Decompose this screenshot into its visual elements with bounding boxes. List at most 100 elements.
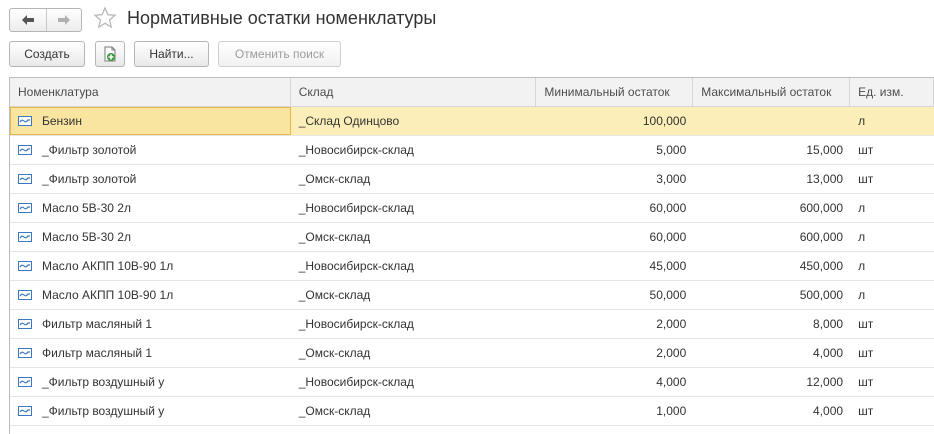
cell-warehouse[interactable]: _Омск-склад: [291, 223, 537, 251]
cell-nomenclature[interactable]: Масло АКПП 10В-90 1л: [10, 281, 291, 309]
table-row[interactable]: Бензин _Склад Одинцово 100,000 л: [10, 107, 934, 136]
table-row[interactable]: _Фильтр золотой _Новосибирск-склад 5,000 15…: [10, 136, 934, 165]
cell-warehouse[interactable]: _Новосибирск-склад: [291, 368, 537, 396]
cell-min-stock[interactable]: 60,000: [536, 194, 693, 222]
cell-min-stock[interactable]: 5,000: [536, 136, 693, 164]
cell-warehouse[interactable]: _Новосибирск-склад: [291, 310, 537, 338]
column-header-unit[interactable]: Ед. изм.: [850, 78, 934, 106]
column-header-min-stock[interactable]: Минимальный остаток: [536, 78, 694, 106]
column-header-max-stock[interactable]: Максимальный остаток: [693, 78, 851, 106]
cell-max-stock[interactable]: 4,000: [693, 397, 850, 425]
cell-unit[interactable]: шт: [850, 136, 934, 164]
catalog-item-icon: [18, 174, 32, 184]
table-body: Бензин _Склад Одинцово 100,000 л _Фильтр зол…: [10, 107, 934, 426]
nomenclature-name: Фильтр масляный 1: [42, 317, 153, 331]
cell-warehouse[interactable]: _Омск-склад: [291, 397, 537, 425]
data-table: Номенклатура Склад Минимальный остаток М…: [9, 77, 934, 434]
cell-nomenclature[interactable]: Бензин: [10, 107, 291, 135]
cell-warehouse[interactable]: _Омск-склад: [291, 281, 537, 309]
favorite-button[interactable]: [93, 6, 117, 30]
forward-button[interactable]: [45, 9, 82, 31]
cell-min-stock[interactable]: 45,000: [536, 252, 693, 280]
cell-warehouse[interactable]: _Омск-склад: [291, 339, 537, 367]
cell-unit[interactable]: шт: [850, 368, 934, 396]
catalog-item-icon: [18, 261, 32, 271]
cell-min-stock[interactable]: 100,000: [536, 107, 693, 135]
table-row[interactable]: _Фильтр золотой _Омск-склад 3,000 13,000 шт: [10, 165, 934, 194]
cell-min-stock[interactable]: 2,000: [536, 310, 693, 338]
column-header-nomenclature[interactable]: Номенклатура: [10, 78, 291, 106]
cell-warehouse[interactable]: _Новосибирск-склад: [291, 194, 537, 222]
cell-warehouse[interactable]: _Новосибирск-склад: [291, 252, 537, 280]
nomenclature-name: Масло АКПП 10В-90 1л: [42, 259, 174, 273]
cell-max-stock[interactable]: 600,000: [693, 223, 850, 251]
table-row[interactable]: Фильтр масляный 1 _Новосибирск-склад 2,000…: [10, 310, 934, 339]
cell-nomenclature[interactable]: Масло 5В-30 2л: [10, 194, 291, 222]
table-row[interactable]: Масло АКПП 10В-90 1л _Новосибирск-склад 45…: [10, 252, 934, 281]
navigation-buttons: [9, 8, 82, 32]
cell-min-stock[interactable]: 4,000: [536, 368, 693, 396]
cell-unit[interactable]: л: [850, 281, 934, 309]
column-header-warehouse[interactable]: Склад: [291, 78, 537, 106]
cell-unit[interactable]: л: [850, 252, 934, 280]
cell-max-stock[interactable]: 450,000: [693, 252, 850, 280]
nomenclature-name: Фильтр масляный 1: [42, 346, 153, 360]
page-title: Нормативные остатки номенклатуры: [127, 8, 437, 28]
cell-max-stock[interactable]: [693, 107, 850, 135]
cell-min-stock[interactable]: 1,000: [536, 397, 693, 425]
cell-nomenclature[interactable]: Масло АКПП 10В-90 1л: [10, 252, 291, 280]
table-row[interactable]: Масло 5В-30 2л _Омск-склад 60,000 600,000 л: [10, 223, 934, 252]
cell-unit[interactable]: шт: [850, 310, 934, 338]
cell-unit[interactable]: л: [850, 194, 934, 222]
cell-max-stock[interactable]: 4,000: [693, 339, 850, 367]
table-row[interactable]: _Фильтр воздушный у _Новосибирск-склад 4,0…: [10, 368, 934, 397]
cell-unit[interactable]: шт: [850, 165, 934, 193]
catalog-item-icon: [18, 377, 32, 387]
back-button[interactable]: [10, 9, 46, 31]
cell-unit[interactable]: шт: [850, 397, 934, 425]
cell-nomenclature[interactable]: _Фильтр воздушный у: [10, 368, 291, 396]
cell-max-stock[interactable]: 12,000: [693, 368, 850, 396]
cell-nomenclature[interactable]: Фильтр масляный 1: [10, 310, 291, 338]
cell-min-stock[interactable]: 50,000: [536, 281, 693, 309]
cell-max-stock[interactable]: 13,000: [693, 165, 850, 193]
cell-warehouse[interactable]: _Новосибирск-склад: [291, 136, 537, 164]
cell-nomenclature[interactable]: _Фильтр золотой: [10, 165, 291, 193]
cell-nomenclature[interactable]: Фильтр масляный 1: [10, 339, 291, 367]
cell-max-stock[interactable]: 15,000: [693, 136, 850, 164]
cell-nomenclature[interactable]: _Фильтр воздушный у: [10, 397, 291, 425]
cell-max-stock[interactable]: 600,000: [693, 194, 850, 222]
nomenclature-name: _Фильтр золотой: [42, 143, 137, 157]
cell-unit[interactable]: шт: [850, 339, 934, 367]
catalog-item-icon: [18, 290, 32, 300]
cell-min-stock[interactable]: 60,000: [536, 223, 693, 251]
cell-max-stock[interactable]: 500,000: [693, 281, 850, 309]
create-button[interactable]: Создать: [9, 41, 85, 67]
arrow-left-icon: [21, 15, 34, 25]
table-row[interactable]: Фильтр масляный 1 _Омск-склад 2,000 4,000 шт: [10, 339, 934, 368]
cell-unit[interactable]: л: [850, 107, 934, 135]
cell-warehouse[interactable]: _Омск-склад: [291, 165, 537, 193]
catalog-item-icon: [18, 203, 32, 213]
nomenclature-name: _Фильтр воздушный у: [42, 404, 165, 418]
cell-unit[interactable]: л: [850, 223, 934, 251]
catalog-item-icon: [18, 145, 32, 155]
table-row[interactable]: Масло 5В-30 2л _Новосибирск-склад 60,000 60…: [10, 194, 934, 223]
find-button[interactable]: Найти...: [134, 41, 209, 67]
nomenclature-name: Масло АКПП 10В-90 1л: [42, 288, 174, 302]
cell-min-stock[interactable]: 2,000: [536, 339, 693, 367]
table-row[interactable]: Масло АКПП 10В-90 1л _Омск-склад 50,000 500…: [10, 281, 934, 310]
table-row[interactable]: _Фильтр воздушный у _Омск-склад 1,000 4,000…: [10, 397, 934, 426]
catalog-item-icon: [18, 232, 32, 242]
arrow-right-icon: [57, 15, 70, 25]
cell-nomenclature[interactable]: Масло 5В-30 2л: [10, 223, 291, 251]
copy-button[interactable]: [95, 41, 125, 67]
nomenclature-name: Бензин: [42, 114, 83, 128]
cell-min-stock[interactable]: 3,000: [536, 165, 693, 193]
cell-warehouse[interactable]: _Склад Одинцово: [291, 107, 537, 135]
cell-nomenclature[interactable]: _Фильтр золотой: [10, 136, 291, 164]
catalog-item-icon: [18, 116, 32, 126]
cancel-search-button: Отменить поиск: [218, 41, 341, 67]
nomenclature-name: Масло 5В-30 2л: [42, 201, 131, 215]
cell-max-stock[interactable]: 8,000: [693, 310, 850, 338]
